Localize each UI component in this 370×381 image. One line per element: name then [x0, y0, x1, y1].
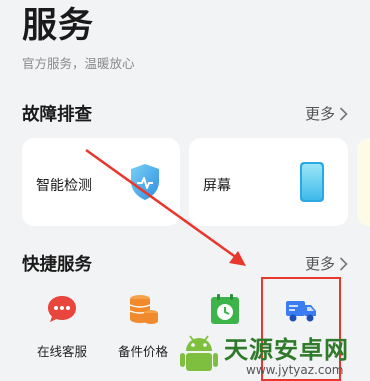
page-subtitle: 官方服务，温暖放心: [22, 56, 135, 71]
card-label: 智能检测: [36, 178, 92, 194]
quick-services-more-link[interactable]: 更多: [305, 253, 348, 274]
coins-stack-icon: [129, 295, 158, 324]
android-logo-icon: [180, 335, 218, 371]
quick-service-label: 备件价格: [117, 344, 168, 359]
quick-service-parts-price[interactable]: 备件价格: [108, 292, 178, 360]
card-partial[interactable]: [357, 138, 370, 226]
more-label: 更多: [304, 105, 335, 123]
more-label: 更多: [304, 255, 335, 273]
quick-services-title: 快捷服务: [22, 255, 92, 275]
card-smart-detection[interactable]: 智能检测: [22, 138, 180, 226]
page-title: 服务: [22, 6, 95, 46]
watermark-url: www.jytyaz.com: [246, 363, 344, 377]
card-screen[interactable]: 屏幕: [189, 138, 348, 226]
watermark: 天源安卓网 www.jytyaz.com: [176, 327, 370, 381]
chevron-right-icon: [339, 106, 348, 121]
calendar-clock-icon: [211, 294, 239, 324]
shield-check-icon: [131, 164, 159, 200]
chat-bubble-icon: [48, 296, 76, 322]
phone-screen-icon: [300, 162, 324, 202]
card-label: 屏幕: [203, 178, 231, 194]
chevron-right-icon: [339, 256, 348, 271]
quick-service-label: 在线客服: [36, 344, 87, 359]
quick-service-online-support[interactable]: 在线客服: [27, 292, 97, 360]
troubleshooting-more-link[interactable]: 更多: [305, 103, 348, 124]
troubleshooting-title: 故障排查: [22, 105, 92, 125]
watermark-brand: 天源安卓网: [224, 336, 349, 364]
